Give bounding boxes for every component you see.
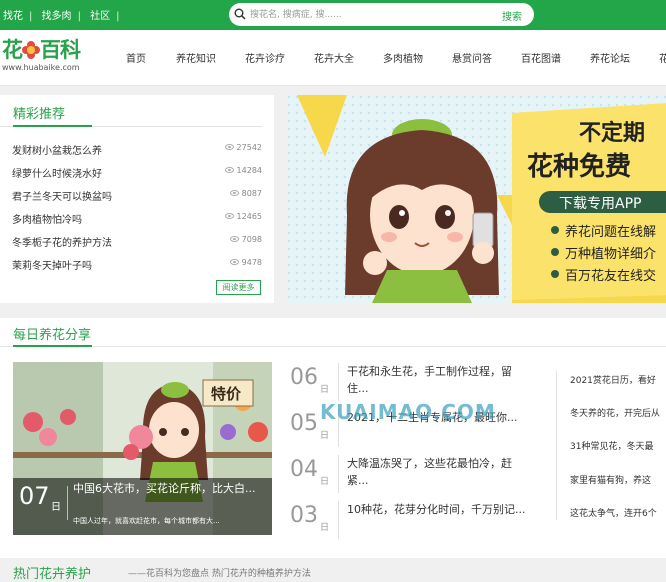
title-underline	[13, 345, 92, 347]
list-item[interactable]: 这花太争气，连开6个	[570, 506, 657, 519]
flower-icon	[22, 41, 40, 59]
list-item[interactable]: 君子兰冬天可以换盆吗 8087	[12, 188, 264, 204]
banner-bullet: 百万花友在线交	[565, 268, 656, 284]
separator	[67, 486, 68, 520]
search-box: 搜索	[229, 3, 534, 26]
logo-text: 花百科	[2, 38, 81, 62]
banner-line1: 不定期	[579, 120, 645, 146]
site-logo[interactable]: 花百科 www.huabaike.com	[2, 34, 90, 74]
list-item[interactable]: 家里有猫有狗，养这	[570, 473, 651, 486]
banner-bullet: 万种植物详细介	[565, 247, 656, 262]
nav-item-gallery[interactable]: 百花图谱	[521, 50, 561, 65]
nav-item-diagnosis[interactable]: 花卉诊疗	[245, 50, 285, 65]
nav-item-home[interactable]: 首页	[126, 50, 146, 65]
photo-sign: 特价	[211, 385, 242, 403]
daily-share-panel: 每日养花分享 特价 07 日 中国6大花市，买花论斤称，比大白... 中国人过年…	[0, 318, 666, 558]
top-link-flowers[interactable]: 找花	[0, 7, 26, 22]
list-item[interactable]: 多肉植物怕冷吗 12465	[12, 211, 264, 227]
section-title: 热门花卉养护	[13, 567, 92, 582]
list-item[interactable]: 03 日 10种花，花芽分化时间，千万别记...	[290, 501, 530, 541]
featured-summary: 中国人过年，就喜欢赶花市，每个城市都有大...	[73, 517, 220, 525]
eye-icon	[229, 236, 239, 242]
search-input[interactable]	[250, 6, 480, 23]
featured-day-suffix: 日	[51, 502, 61, 513]
top-link-community[interactable]: 社区	[87, 7, 113, 22]
list-item[interactable]: 冬季栀子花的养护方法 7098	[12, 234, 264, 250]
eye-icon	[229, 259, 239, 265]
list-item[interactable]: 发财树小盆栽怎么养 27542	[12, 142, 264, 158]
header: 花百科 www.huabaike.com 首页 养花知识 花卉诊疗 花卉大全 多…	[0, 30, 666, 86]
separator: |	[77, 11, 81, 22]
promo-banner[interactable]: 不定期 花种免费 下载专用APP 养花问题在线解 万种植物详细介 百万花友在线交	[287, 95, 666, 303]
recommend-panel: 精彩推荐 发财树小盆栽怎么养 27542 绿萝什么时候浇水好 14284 君子兰…	[0, 95, 274, 303]
list-item[interactable]: 茉莉冬天掉叶子吗 9478	[12, 257, 264, 273]
banner-line2: 花种免费	[527, 151, 631, 182]
nav-item-qa[interactable]: 悬赏问答	[452, 50, 492, 65]
separator: |	[116, 11, 120, 22]
featured-article[interactable]: 特价 07 日 中国6大花市，买花论斤称，比大白... 中国人过年，就喜欢赶花市…	[13, 362, 272, 535]
list-item[interactable]: 04 日 大降温冻哭了，这些花最怕冷，赶紧...	[290, 455, 530, 495]
nav-item-knowledge[interactable]: 养花知识	[176, 50, 216, 65]
daily-title: 每日养花分享	[13, 328, 92, 343]
title-underline	[13, 125, 92, 127]
nav-item-succulents[interactable]: 多肉植物	[383, 50, 423, 65]
recommend-title: 精彩推荐	[13, 107, 66, 122]
eye-icon	[224, 213, 234, 219]
search-icon	[234, 8, 246, 20]
banner-illustration: 不定期 花种免费 下载专用APP 养花问题在线解 万种植物详细介 百万花友在线交	[287, 95, 666, 303]
divider	[556, 370, 557, 520]
eye-icon	[224, 167, 234, 173]
list-item[interactable]: 绿萝什么时候浇水好 14284	[12, 165, 264, 181]
featured-title[interactable]: 中国6大花市，买花论斤称，比大白...	[73, 481, 268, 496]
eye-icon	[229, 190, 239, 196]
section-subtitle: ——花百科为您盘点 热门花卉的种植养护方法	[128, 569, 311, 579]
search-button[interactable]: 搜索	[502, 8, 522, 23]
logo-url: www.huabaike.com	[2, 63, 80, 72]
nav-item-encyclopedia[interactable]: 花卉大全	[314, 50, 354, 65]
separator: |	[29, 11, 33, 22]
top-links: 找花 | 找多肉 | 社区 |	[0, 7, 123, 22]
top-bar: 找花| 找多肉| 社区| 搜索	[0, 0, 666, 30]
nav-item-forum[interactable]: 养花论坛	[590, 50, 630, 65]
read-more-button[interactable]: 阅读更多	[216, 280, 261, 295]
divider	[0, 346, 666, 347]
banner-bullet: 养花问题在线解	[565, 224, 656, 240]
banner-download-button[interactable]: 下载专用APP	[559, 196, 641, 212]
list-item[interactable]: 06 日 干花和永生花，手工制作过程，留住...	[290, 363, 530, 403]
eye-icon	[224, 144, 234, 150]
featured-day: 07	[19, 482, 50, 510]
watermark: KUAIMAO.COM	[320, 400, 496, 424]
list-item[interactable]: 冬天养的花，开完后从	[570, 406, 660, 419]
list-item[interactable]: 31种常见花，冬天最	[570, 439, 653, 452]
list-item[interactable]: 2021赏花日历，看好	[570, 373, 656, 386]
top-link-succulents[interactable]: 找多肉	[39, 7, 75, 22]
nav-item-more[interactable]: 花	[659, 50, 666, 65]
